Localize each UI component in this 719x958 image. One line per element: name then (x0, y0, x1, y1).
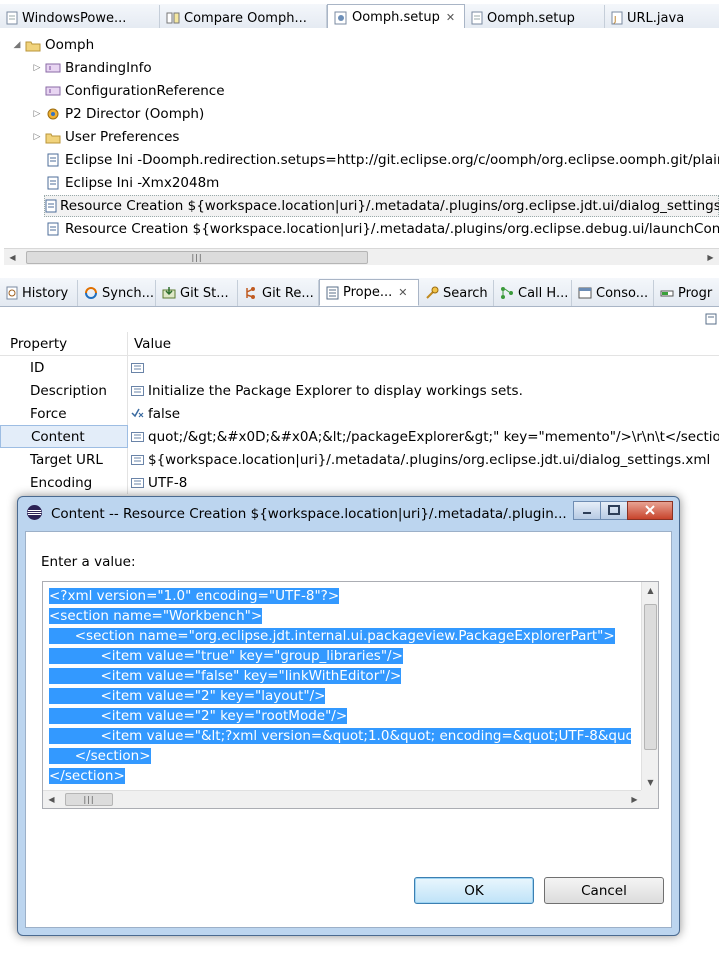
scroll-left-icon[interactable]: ◀ (43, 791, 60, 808)
dialog-client-area: Enter a value: <?xml version="1.0" encod… (25, 531, 672, 928)
collapse-icon[interactable]: ▷ (30, 109, 44, 119)
tab-call-hierarchy[interactable]: Call H... (494, 280, 572, 306)
property-row-force[interactable]: Force false (0, 402, 719, 425)
tab-synchronize[interactable]: Synch... (78, 280, 156, 306)
tab-git-repositories[interactable]: Git Re... (238, 280, 319, 306)
tab-history[interactable]: History (0, 280, 78, 306)
textarea-vertical-scrollbar[interactable]: ▲ ▼ (641, 582, 658, 791)
property-row-encoding[interactable]: Encoding UTF-8 (0, 471, 719, 494)
view-menu-icon[interactable] (705, 313, 717, 328)
eclipse-icon (26, 504, 43, 525)
close-icon (644, 503, 656, 519)
dialog-title-bar[interactable]: Content -- Resource Creation ${workspace… (18, 497, 679, 531)
folder-icon (24, 37, 42, 53)
folder-icon (44, 129, 62, 145)
tab-oomph-setup-active[interactable]: Oomph.setup ✕ (327, 4, 465, 31)
tab-progress[interactable]: Progr (654, 280, 719, 306)
git-staging-icon (162, 286, 176, 300)
tree-node-p2-director[interactable]: ▷ P2 Director (Oomph) (30, 103, 205, 125)
p2-director-icon (44, 106, 62, 122)
properties-header: Property Value (0, 332, 719, 356)
tree-node-eclipse-ini-xmx[interactable]: Eclipse Ini -Xmx2048m (30, 172, 219, 194)
tree-node-resource-creation-selected[interactable]: Resource Creation ${workspace.location|u… (44, 195, 719, 217)
text-value-icon (131, 431, 145, 443)
property-row-id[interactable]: ID (0, 356, 719, 379)
resource-file-icon (44, 221, 62, 237)
content-textarea[interactable]: <?xml version="1.0" encoding="UTF-8"?> <… (42, 581, 659, 809)
column-header-value[interactable]: Value (128, 336, 171, 352)
property-row-content[interactable]: Content quot;/&gt;&#x0D;&#x0A;&lt;/packa… (0, 425, 719, 448)
history-icon (6, 286, 18, 300)
scrollbar-thumb[interactable]: ||| (65, 793, 113, 806)
tree-horizontal-scrollbar[interactable]: ◀ ||| ▶ (4, 248, 719, 265)
cancel-button[interactable]: Cancel (544, 877, 664, 904)
maximize-icon (608, 503, 620, 519)
maximize-button[interactable] (600, 501, 628, 520)
annotation-icon (44, 83, 62, 99)
compare-icon (166, 11, 180, 25)
close-button[interactable] (627, 501, 673, 520)
close-icon[interactable]: ✕ (446, 11, 455, 24)
collapse-icon[interactable]: ▷ (30, 63, 44, 73)
text-value-icon (131, 477, 145, 489)
call-hierarchy-icon (500, 286, 514, 300)
scrollbar-thumb[interactable]: ||| (26, 251, 368, 264)
tree-node-eclipse-ini-redirection[interactable]: Eclipse Ini -Doomph.redirection.setups=h… (30, 149, 719, 171)
annotation-icon (44, 60, 62, 76)
text-value-icon (131, 385, 145, 397)
column-header-property[interactable]: Property (0, 332, 128, 355)
search-icon (425, 286, 439, 300)
tab-console[interactable]: Conso... (572, 280, 654, 306)
ini-file-icon (44, 152, 62, 168)
console-icon (578, 286, 592, 300)
svg-text:J: J (613, 15, 616, 24)
progress-icon (660, 286, 674, 300)
enter-value-label: Enter a value: (41, 554, 136, 570)
sync-icon (84, 286, 98, 300)
expand-icon[interactable]: ◢ (10, 40, 24, 50)
scroll-up-icon[interactable]: ▲ (642, 582, 658, 599)
tree-node-configurationreference[interactable]: ConfigurationReference (30, 80, 225, 102)
boolean-value-icon (131, 408, 145, 420)
ini-file-icon (44, 175, 62, 191)
scroll-down-icon[interactable]: ▼ (642, 774, 658, 791)
properties-icon (326, 286, 339, 300)
textarea-horizontal-scrollbar[interactable]: ◀ ||| ▶ (43, 790, 643, 808)
scrollbar-thumb[interactable] (644, 604, 657, 750)
java-file-icon: J (611, 11, 623, 25)
scroll-left-icon[interactable]: ◀ (4, 249, 21, 266)
setup-icon (334, 11, 348, 25)
tab-git-staging[interactable]: Git St... (156, 280, 238, 306)
resource-file-icon (45, 198, 57, 214)
view-tab-bar: History Synch... Git St... Git Re... Pro… (0, 278, 719, 307)
collapse-icon[interactable]: ▷ (30, 132, 44, 142)
doc-icon (471, 11, 483, 25)
tab-properties-active[interactable]: Prope... ✕ (319, 279, 419, 306)
tree-node-oomph[interactable]: ◢ Oomph (10, 34, 95, 56)
doc-icon (6, 11, 18, 25)
text-value-icon (131, 362, 145, 374)
close-icon[interactable]: ✕ (398, 286, 407, 299)
ok-button[interactable]: OK (414, 877, 534, 904)
scroll-right-icon[interactable]: ▶ (702, 249, 719, 266)
setup-tree-editor: ◢ Oomph ▷ BrandingInfo ConfigurationRefe… (0, 28, 719, 270)
property-row-target-url[interactable]: Target URL ${workspace.location|uri}/.me… (0, 448, 719, 471)
property-row-description[interactable]: Description Initialize the Package Explo… (0, 379, 719, 402)
dialog-title: Content -- Resource Creation ${workspace… (51, 506, 567, 522)
tree-node-resource-creation-debug[interactable]: Resource Creation ${workspace.location|u… (44, 218, 719, 240)
tree-node-user-preferences[interactable]: ▷ User Preferences (30, 126, 180, 148)
minimize-button[interactable] (573, 501, 601, 520)
content-dialog: Content -- Resource Creation ${workspace… (17, 496, 680, 936)
git-repository-icon (244, 286, 258, 300)
text-value-icon (131, 454, 145, 466)
tab-search[interactable]: Search (419, 280, 494, 306)
content-text: <?xml version="1.0" encoding="UTF-8"?> <… (49, 586, 641, 786)
tree-node-brandinginfo[interactable]: ▷ BrandingInfo (30, 57, 152, 79)
minimize-icon (582, 503, 592, 519)
